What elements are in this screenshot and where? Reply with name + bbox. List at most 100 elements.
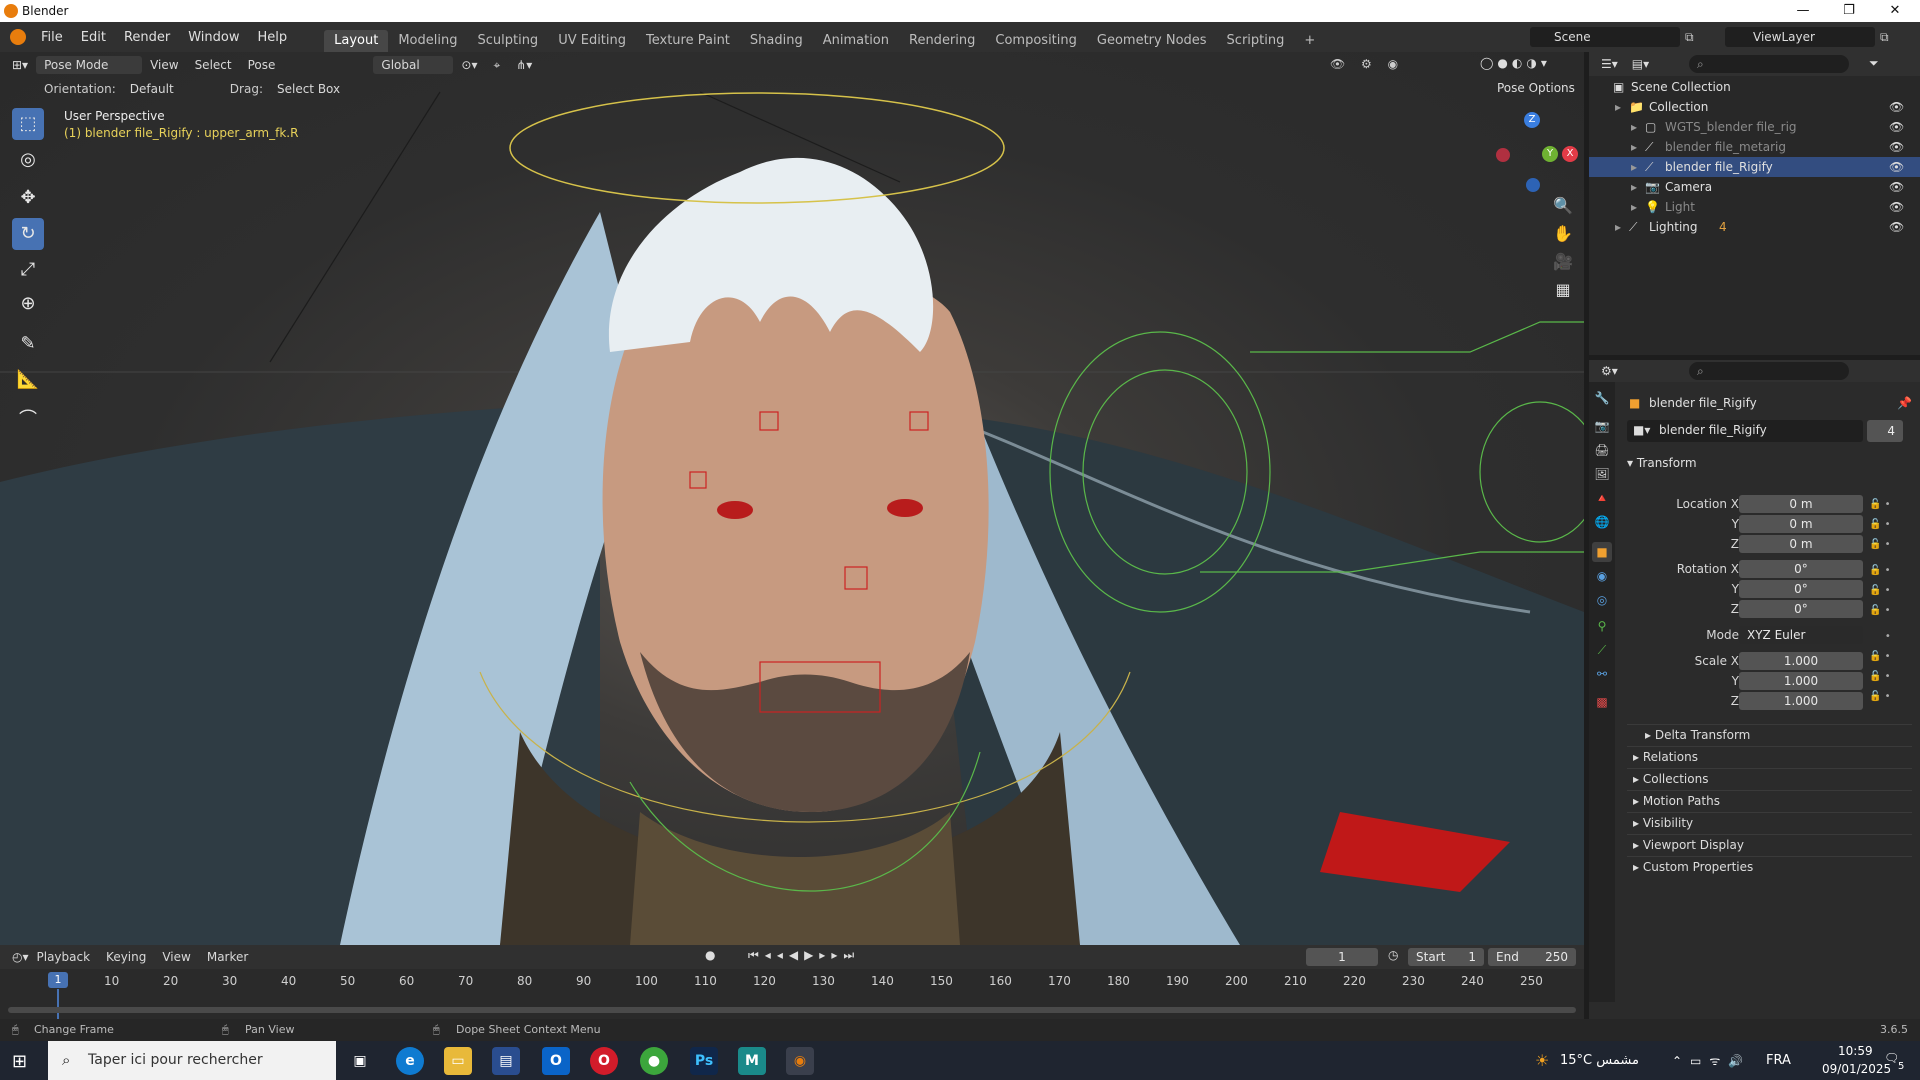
lock-icon[interactable]: 🔓 • xyxy=(1869,495,1909,515)
pivot-icon[interactable]: ⊙▾ xyxy=(453,56,485,74)
snap-icon[interactable]: ⌖ xyxy=(485,56,508,75)
menu-window[interactable]: Window xyxy=(179,30,248,45)
scale-x-field[interactable]: 1.000 xyxy=(1739,652,1863,670)
3d-viewport[interactable]: ⊞▾ Pose Mode View Select Pose Global ⊙▾ … xyxy=(0,52,1584,945)
expand-arrow-icon[interactable]: ▸ xyxy=(1631,120,1637,134)
transform-orientation-selector[interactable]: Global xyxy=(373,56,454,74)
object-datablock-field[interactable]: ■▾ blender file_Rigify xyxy=(1627,420,1863,442)
new-view-layer-icon[interactable]: ⧉ xyxy=(1880,30,1889,45)
tab-geometry-nodes[interactable]: Geometry Nodes xyxy=(1087,30,1217,52)
camera-view-icon[interactable]: 🎥 xyxy=(1549,248,1577,276)
lock-icon[interactable]: 🔓 • xyxy=(1869,515,1909,535)
gizmo-neg-z[interactable] xyxy=(1526,178,1540,192)
timeline-scrollbar[interactable] xyxy=(8,1007,1576,1013)
overlay-controls[interactable]: 👁 ⚙ ◉ xyxy=(1330,57,1404,71)
object-tab-icon[interactable]: ■ xyxy=(1592,542,1612,562)
tool-tab-icon[interactable]: 🔧 xyxy=(1592,388,1612,408)
language-indicator[interactable]: FRA xyxy=(1766,1053,1791,1068)
file-explorer-icon[interactable]: ▭ xyxy=(444,1047,472,1075)
scale-tool[interactable]: ⤢ xyxy=(12,254,44,286)
render-tab-icon[interactable]: 📷 xyxy=(1592,416,1612,436)
lock-icon[interactable]: 🔓 • xyxy=(1869,601,1909,621)
visibility-eye-icon[interactable]: 👁 xyxy=(1889,200,1904,214)
move-tool[interactable]: ✥ xyxy=(12,182,44,214)
orientation-selector[interactable]: Default xyxy=(122,80,218,98)
notification-icon[interactable]: 🗨 xyxy=(1884,1051,1899,1065)
visibility-eye-icon[interactable]: 👁 xyxy=(1889,220,1904,234)
outliner-item[interactable]: ▸ ⟋ blender file_metarig 👁 xyxy=(1589,137,1920,157)
mode-selector[interactable]: Pose Mode xyxy=(36,56,143,74)
visibility-eye-icon[interactable]: 👁 xyxy=(1889,140,1904,154)
subpanel-header[interactable]: ▸ Delta Transform xyxy=(1627,724,1912,744)
tab-shading[interactable]: Shading xyxy=(740,30,813,52)
annotate-tool[interactable]: ✎ xyxy=(12,328,44,360)
playhead[interactable]: 1 xyxy=(48,972,68,988)
properties-search-input[interactable]: ⌕ xyxy=(1689,362,1849,380)
outliner-item[interactable]: ▸ ▢ WGTS_blender file_rig 👁 xyxy=(1589,117,1920,137)
outliner-item[interactable]: ▸ ⟋ blender file_Rigify 👁 xyxy=(1589,157,1920,177)
timeline-view-menu[interactable]: View xyxy=(154,948,198,966)
edge-icon[interactable]: e xyxy=(396,1047,424,1075)
zoom-icon[interactable]: 🔍 xyxy=(1549,192,1577,220)
start-frame-field[interactable]: Start 1 xyxy=(1408,948,1484,966)
keyframe-dot-icon[interactable]: • xyxy=(1869,627,1909,647)
tab-sculpting[interactable]: Sculpting xyxy=(467,30,548,52)
expand-arrow-icon[interactable]: ▸ xyxy=(1631,160,1637,174)
subpanel-header[interactable]: ▸ Motion Paths xyxy=(1627,790,1912,810)
rotation-mode-dropdown[interactable]: XYZ Euler xyxy=(1739,626,1863,644)
display-mode-icon[interactable]: ▤▾ xyxy=(1632,57,1649,71)
measure-tool[interactable]: 📐 xyxy=(12,364,44,396)
modifiers-tab-icon[interactable]: ◉ xyxy=(1592,566,1612,586)
rotation-z-field[interactable]: 0° xyxy=(1739,600,1863,618)
transform-tool[interactable]: ⊕ xyxy=(12,288,44,320)
view-layer-tab-icon[interactable]: 🖼 xyxy=(1592,464,1612,484)
clock-icon[interactable]: ◷ xyxy=(1388,948,1398,962)
viewport-menu-pose[interactable]: Pose xyxy=(240,56,284,74)
clock-date[interactable]: 09/01/2025 xyxy=(1822,1062,1891,1076)
task-view-icon[interactable]: ▣ xyxy=(346,1047,374,1075)
clock-time[interactable]: 10:59 xyxy=(1838,1044,1873,1058)
bone-tab-icon[interactable]: ⟋ xyxy=(1592,640,1612,660)
drag-selector[interactable]: Select Box xyxy=(269,80,348,98)
add-workspace-icon[interactable]: + xyxy=(1294,30,1325,52)
visibility-eye-icon[interactable]: 👁 xyxy=(1889,160,1904,174)
outliner-item[interactable]: ▸ ⟋ Lighting 4 👁 xyxy=(1589,217,1920,237)
new-scene-icon[interactable]: ⧉ xyxy=(1685,30,1694,45)
rotation-y-field[interactable]: 0° xyxy=(1739,580,1863,598)
record-button[interactable]: ● xyxy=(705,948,715,962)
lock-icon[interactable]: 🔓 • xyxy=(1869,581,1909,601)
scene-selector[interactable]: Scene xyxy=(1530,27,1680,47)
marker-menu[interactable]: Marker xyxy=(199,948,256,966)
gizmo-x-axis[interactable]: X xyxy=(1562,146,1578,162)
lock-icon[interactable]: 🔓 • xyxy=(1869,561,1909,581)
lock-icon[interactable]: 🔓 • xyxy=(1869,647,1909,667)
viewport-menu-view[interactable]: View xyxy=(142,56,186,74)
scale-z-field[interactable]: 1.000 xyxy=(1739,692,1863,710)
close-button[interactable]: ✕ xyxy=(1872,0,1918,22)
tab-modeling[interactable]: Modeling xyxy=(388,30,467,52)
gizmo-y-axis[interactable]: Y xyxy=(1542,146,1558,162)
menu-help[interactable]: Help xyxy=(249,30,297,45)
taskbar-search-input[interactable]: ⌕ Taper ici pour rechercher xyxy=(48,1041,336,1080)
tab-layout[interactable]: Layout xyxy=(324,30,389,52)
playback-menu[interactable]: Playback xyxy=(29,948,99,966)
visibility-eye-icon[interactable]: 👁 xyxy=(1889,180,1904,194)
gizmo-neg-x[interactable] xyxy=(1496,148,1510,162)
transform-panel-header[interactable]: ▾ Transform xyxy=(1627,452,1912,474)
bone-constraints-tab-icon[interactable]: ⚯ xyxy=(1592,664,1612,684)
cursor-tool[interactable]: ◎ xyxy=(12,144,44,176)
outliner-item[interactable]: ▸ 📁 Collection 👁 xyxy=(1589,97,1920,117)
keying-menu[interactable]: Keying xyxy=(98,948,154,966)
object-data-tab-icon[interactable]: ⚲ xyxy=(1592,616,1612,636)
rotate-tool[interactable]: ↻ xyxy=(12,218,44,250)
timeline-ruler[interactable]: 1 10 20 30 40 50 60 70 80 90 100 110 120 130 140 150 16… xyxy=(0,971,1584,991)
navigation-gizmo[interactable]: Z Y X xyxy=(1490,112,1578,192)
tab-animation[interactable]: Animation xyxy=(813,30,899,52)
subpanel-header[interactable]: ▸ Relations xyxy=(1627,746,1912,766)
outliner-scene-collection[interactable]: ▣ Scene Collection xyxy=(1589,77,1920,97)
lock-icon[interactable]: 🔓 • xyxy=(1869,667,1909,687)
users-count-field[interactable]: 4 xyxy=(1867,420,1903,442)
tab-uv-editing[interactable]: UV Editing xyxy=(548,30,636,52)
blender-taskbar-icon[interactable]: ◉ xyxy=(786,1047,814,1075)
properties-editor-icon[interactable]: ⚙▾ xyxy=(1601,364,1618,378)
